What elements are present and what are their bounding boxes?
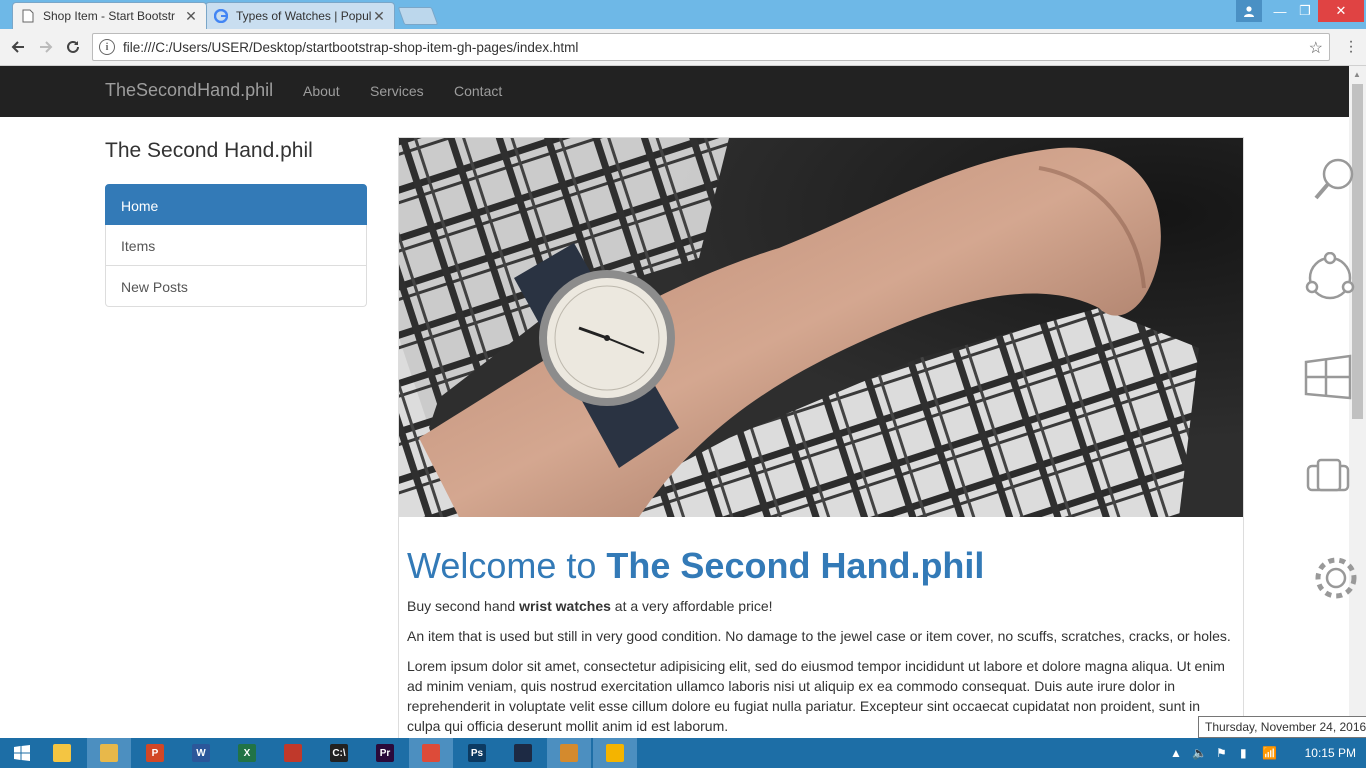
media-player-icon [606,744,624,762]
site-navbar: TheSecondHand.phil About Services Contac… [0,66,1349,117]
devices-icon[interactable] [1304,452,1360,504]
close-icon[interactable]: ✕ [372,8,386,25]
network-icon[interactable]: 📶 [1262,746,1277,760]
sidebar-item-home[interactable]: Home [105,184,367,225]
taskbar-app[interactable] [271,738,315,768]
reload-button[interactable] [63,37,83,57]
intro-prefix: Buy second hand [407,598,520,614]
item-caption: Welcome to The Second Hand.phil Buy seco… [407,546,1233,736]
chrome-icon [422,744,440,762]
menu-icon[interactable]: · · · [1348,34,1354,60]
intro-paragraph: Buy second hand wrist watches at a very … [407,596,1233,616]
scroll-up-arrow-icon[interactable]: ▲ [1353,70,1361,79]
folder-icon [100,744,118,762]
premiere-icon: Pr [376,744,394,762]
heading-brand: The Second Hand.phil [606,545,985,586]
tab-title: Types of Watches | Popul [236,9,372,23]
sidebar-menu: Home Items New Posts [105,184,367,307]
taskbar-app[interactable] [409,738,453,768]
settings-icon[interactable] [1304,552,1360,604]
flag-icon[interactable]: ⚑ [1216,746,1227,760]
windows-taskbar: P W X C:\ Pr Ps ▲ 🔈 ⚑ ▮ 📶 10:15 PM [0,738,1366,768]
search-icon[interactable] [1304,152,1360,204]
battery-icon[interactable]: ▮ [1240,746,1247,760]
powerpoint-icon: P [146,744,164,762]
cmd-icon: C:\ [330,744,348,762]
tab-title: Shop Item - Start Bootstr [43,9,176,23]
navbar-brand[interactable]: TheSecondHand.phil [105,80,273,101]
taskbar-app[interactable] [40,738,84,768]
word-icon: W [192,744,210,762]
photoshop-icon: Ps [468,744,486,762]
nav-link-services[interactable]: Services [370,83,424,99]
close-window-button[interactable]: ✕ [1318,0,1364,22]
taskbar-app[interactable]: W [179,738,223,768]
excel-icon: X [238,744,256,762]
taskbar-app[interactable] [87,738,131,768]
browser-toolbar: i file:///C:/Users/USER/Desktop/startboo… [0,29,1366,66]
start-icon[interactable] [1304,352,1360,404]
page-icon [21,9,35,23]
share-icon[interactable] [1304,251,1360,304]
forward-button[interactable] [36,37,56,57]
alarm-icon [284,744,302,762]
taskbar-app[interactable]: Pr [363,738,407,768]
taskbar-app[interactable]: C:\ [317,738,361,768]
taskbar-app[interactable] [501,738,545,768]
page-heading: Welcome to The Second Hand.phil [407,546,1233,586]
app-icon [514,744,532,762]
sidebar-title: The Second Hand.phil [105,139,313,162]
file-explorer-icon [53,744,71,762]
nav-link-contact[interactable]: Contact [454,83,502,99]
taskbar-clock[interactable]: 10:15 PM [1305,746,1356,760]
taskbar-app[interactable]: P [133,738,177,768]
volume-icon[interactable]: 🔈 [1192,746,1207,760]
url-text: file:///C:/Users/USER/Desktop/startboots… [123,39,579,55]
heading-prefix: Welcome to [407,545,607,586]
date-tooltip: Thursday, November 24, 2016 [1198,716,1366,738]
windows-logo-icon [14,745,30,761]
hero-image [399,138,1243,517]
forward-arrow-icon [40,41,53,53]
intro-bold: wrist watches [519,598,611,614]
intro-suffix: at a very affordable price! [610,598,773,614]
sidebar-item-items[interactable]: Items [105,225,367,266]
item-thumbnail: Welcome to The Second Hand.phil Buy seco… [398,137,1244,738]
info-icon[interactable]: i [99,39,115,55]
taskbar-app[interactable] [547,738,591,768]
webpage: TheSecondHand.phil About Services Contac… [0,66,1349,738]
back-arrow-icon [11,41,24,53]
tab-shop-item[interactable]: Shop Item - Start Bootstr ✕ [12,2,207,29]
lorem-paragraph: Lorem ipsum dolor sit amet, consectetur … [407,658,1225,734]
bookmark-star-icon[interactable]: ☆ [1309,38,1323,58]
nav-link-about[interactable]: About [303,83,340,99]
tab-types-of-watches[interactable]: Types of Watches | Popul ✕ [205,2,395,29]
sublime-icon [560,744,578,762]
start-button[interactable] [0,738,44,768]
new-tab-button[interactable] [397,7,439,25]
taskbar-app[interactable] [593,738,637,768]
taskbar-app[interactable]: Ps [455,738,499,768]
show-hidden-icons[interactable]: ▲ [1170,746,1182,760]
reload-icon [67,40,79,53]
close-icon[interactable]: ✕ [184,8,198,25]
condition-paragraph: An item that is used but still in very g… [407,628,1231,644]
address-bar[interactable]: i file:///C:/Users/USER/Desktop/startboo… [92,33,1330,61]
taskbar-app[interactable]: X [225,738,269,768]
browser-tab-strip: Shop Item - Start Bootstr ✕ Types of Wat… [0,0,1366,29]
user-profile-icon[interactable] [1236,0,1262,22]
sidebar-item-new-posts[interactable]: New Posts [105,266,367,307]
google-icon [214,9,228,23]
back-button[interactable] [8,37,28,57]
